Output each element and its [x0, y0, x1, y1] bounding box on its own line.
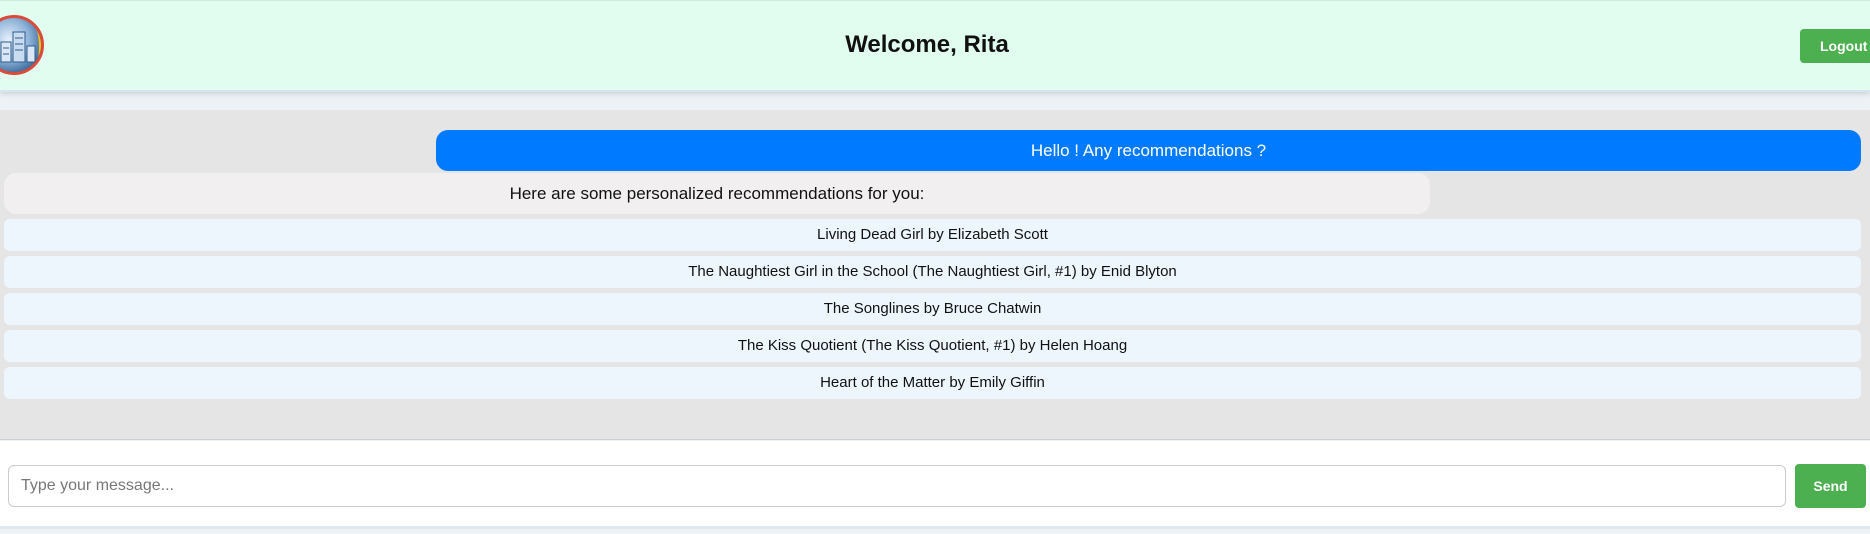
app-header: Welcome, Rita Logout	[0, 0, 1870, 92]
page-title: Welcome, Rita	[845, 31, 1009, 58]
recommendation-item: The Naughtiest Girl in the School (The N…	[4, 256, 1861, 288]
recommendation-item: The Kiss Quotient (The Kiss Quotient, #1…	[4, 330, 1861, 362]
message-input[interactable]	[8, 465, 1786, 507]
recommendation-item: The Songlines by Bruce Chatwin	[4, 293, 1861, 325]
message-composer: Send	[0, 441, 1870, 529]
recommendation-list: Living Dead Girl by Elizabeth Scott The …	[4, 219, 1861, 404]
recommendation-item: Living Dead Girl by Elizabeth Scott	[4, 219, 1861, 251]
recommendation-item: Heart of the Matter by Emily Giffin	[4, 367, 1861, 399]
chat-messages: Hello ! Any recommendations ? Here are s…	[0, 110, 1870, 440]
logout-button[interactable]: Logout	[1800, 29, 1870, 63]
bot-message-bubble: Here are some personalized recommendatio…	[4, 173, 1430, 214]
send-button[interactable]: Send	[1795, 464, 1866, 508]
user-message-bubble: Hello ! Any recommendations ?	[436, 130, 1861, 171]
